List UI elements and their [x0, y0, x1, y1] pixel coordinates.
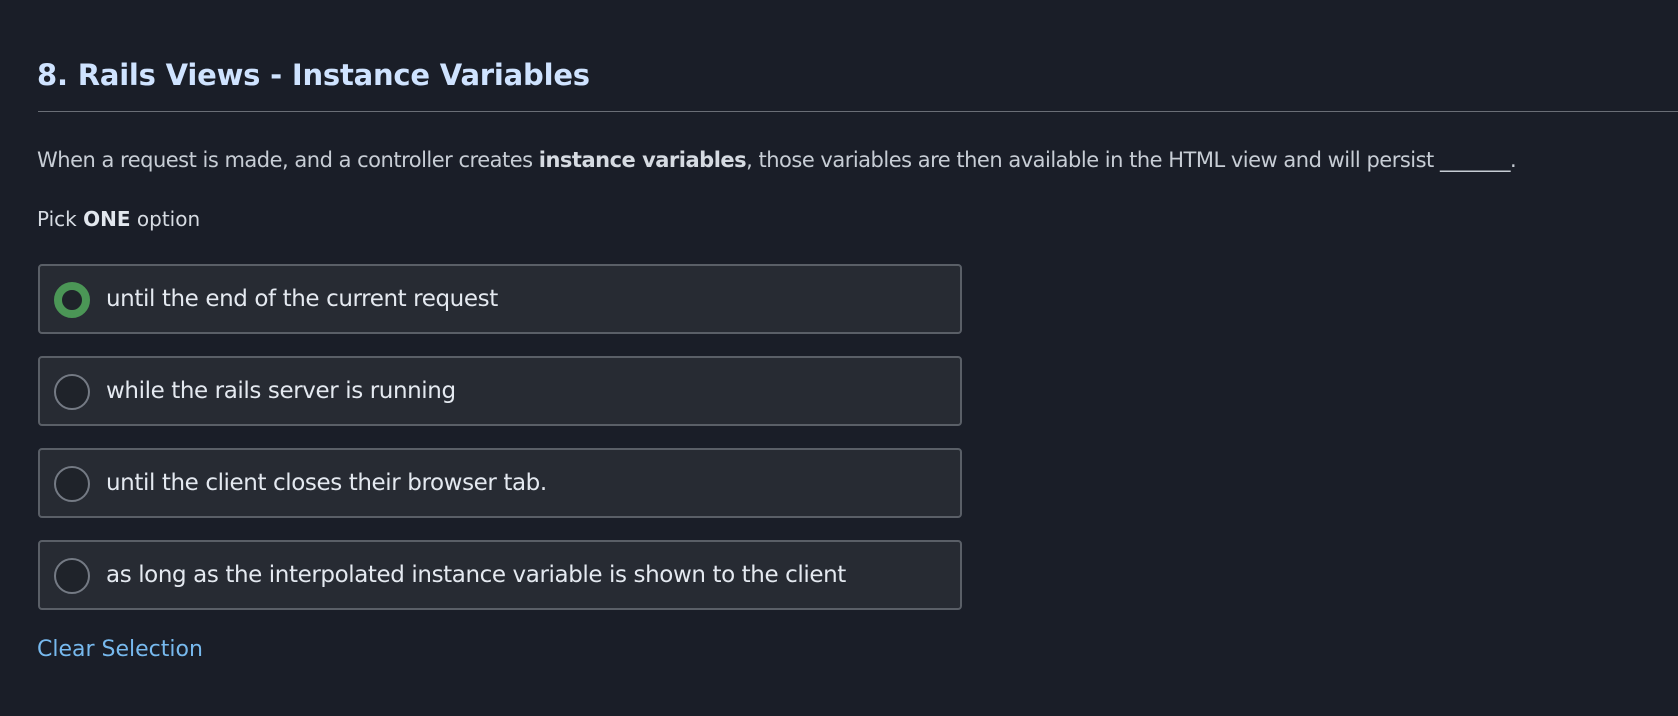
radio-selected-icon[interactable]	[54, 282, 90, 318]
radio-unselected-icon[interactable]	[54, 558, 90, 594]
answer-option-label: while the rails server is running	[106, 378, 456, 404]
instruction-emphasis: ONE	[83, 207, 131, 231]
answer-option-server-running[interactable]: while the rails server is running	[38, 356, 962, 426]
clear-selection-link[interactable]: Clear Selection	[37, 634, 203, 666]
radio-unselected-icon[interactable]	[54, 466, 90, 502]
radio-unselected-icon[interactable]	[54, 374, 90, 410]
answer-option-label: as long as the interpolated instance var…	[106, 562, 846, 588]
title-divider	[38, 111, 1678, 112]
question-emphasis: instance variables	[538, 148, 747, 172]
question-text-before: When a request is made, and a controller…	[37, 148, 539, 172]
answer-option-interpolated-variable[interactable]: as long as the interpolated instance var…	[38, 540, 962, 610]
question-page: 8. Rails Views - Instance Variables When…	[0, 0, 1678, 716]
answer-options: until the end of the current request whi…	[38, 264, 962, 632]
answer-option-label: until the end of the current request	[106, 286, 498, 312]
instruction-after: option	[130, 207, 201, 231]
selection-instruction: Pick ONE option	[37, 204, 200, 234]
question-title: 8. Rails Views - Instance Variables	[37, 58, 590, 92]
question-prompt: When a request is made, and a controller…	[37, 144, 1517, 176]
answer-option-browser-tab[interactable]: until the client closes their browser ta…	[38, 448, 962, 518]
question-text-after: , those variables are then available in …	[746, 148, 1517, 172]
answer-option-label: until the client closes their browser ta…	[106, 470, 547, 496]
instruction-before: Pick	[37, 207, 84, 231]
answer-option-current-request[interactable]: until the end of the current request	[38, 264, 962, 334]
